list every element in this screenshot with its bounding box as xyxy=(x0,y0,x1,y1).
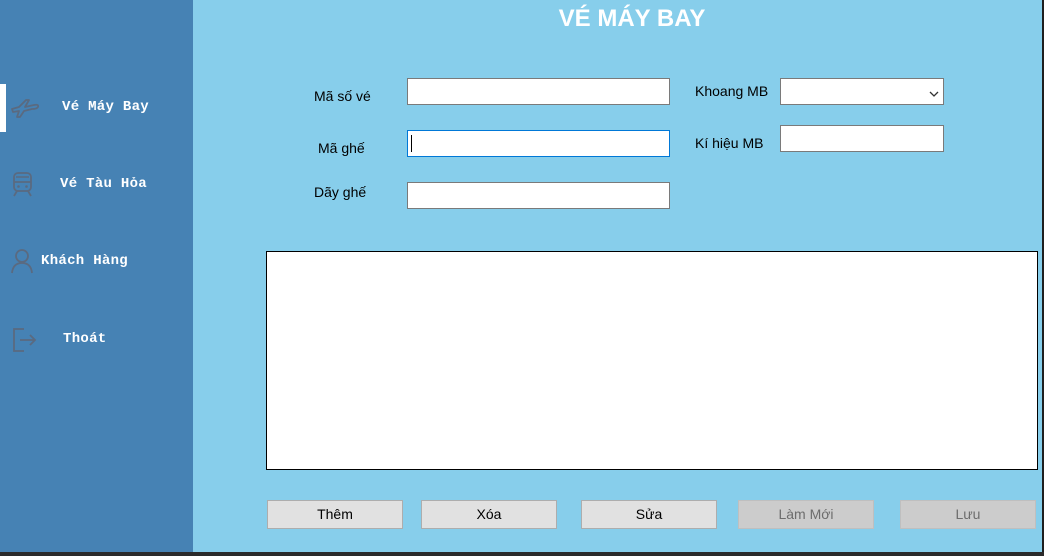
exit-icon xyxy=(10,326,37,352)
luu-button[interactable]: Lưu xyxy=(900,500,1036,529)
day-ghe-input[interactable] xyxy=(407,182,670,209)
sua-button[interactable]: Sửa xyxy=(581,500,717,529)
sidebar-item-thoat[interactable]: Thoát xyxy=(0,314,193,364)
ma-ghe-input[interactable] xyxy=(407,130,670,157)
day-ghe-label: Dãy ghế xyxy=(314,184,367,200)
khoang-mb-dropdown[interactable] xyxy=(780,78,944,105)
ma-so-ve-label: Mã số vé xyxy=(314,88,371,104)
ki-hieu-mb-input[interactable] xyxy=(780,125,944,152)
page-title: VÉ MÁY BAY xyxy=(558,5,706,32)
xoa-button[interactable]: Xóa xyxy=(421,500,557,529)
main-panel: VÉ MÁY BAY Mã số vé Mã ghế Dãy ghế Khoan… xyxy=(193,0,1042,552)
train-icon xyxy=(10,171,36,197)
text-caret xyxy=(411,135,412,152)
sidebar-item-ve-may-bay[interactable]: Vé Máy Bay xyxy=(0,82,193,132)
window-bottom-edge xyxy=(0,552,1044,556)
sidebar-item-label: Vé Tàu Hỏa xyxy=(60,176,148,192)
khoang-mb-label: Khoang MB xyxy=(695,83,769,99)
sidebar-item-label: Thoát xyxy=(63,331,107,347)
lam-moi-button[interactable]: Làm Mới xyxy=(738,500,874,529)
sidebar-item-khach-hang[interactable]: Khách Hàng xyxy=(0,236,193,286)
user-icon xyxy=(10,248,36,274)
chevron-down-icon xyxy=(929,86,939,97)
ma-so-ve-input[interactable] xyxy=(407,78,670,105)
tickets-list[interactable] xyxy=(266,251,1038,470)
sidebar-item-label: Vé Máy Bay xyxy=(62,99,150,115)
sidebar-item-ve-tau-hoa[interactable]: Vé Tàu Hỏa xyxy=(0,159,193,209)
ki-hieu-mb-label: Kí hiệu MB xyxy=(695,135,764,151)
airplane-icon xyxy=(10,94,40,120)
ma-ghe-label: Mã ghế xyxy=(318,140,365,156)
sidebar-item-label: Khách Hàng xyxy=(41,253,129,269)
them-button[interactable]: Thêm xyxy=(267,500,403,529)
app-window: Vé Máy Bay Vé Tàu Hỏa Khách Hàng Thoát V… xyxy=(0,0,1044,556)
sidebar: Vé Máy Bay Vé Tàu Hỏa Khách Hàng Thoát xyxy=(0,0,193,556)
